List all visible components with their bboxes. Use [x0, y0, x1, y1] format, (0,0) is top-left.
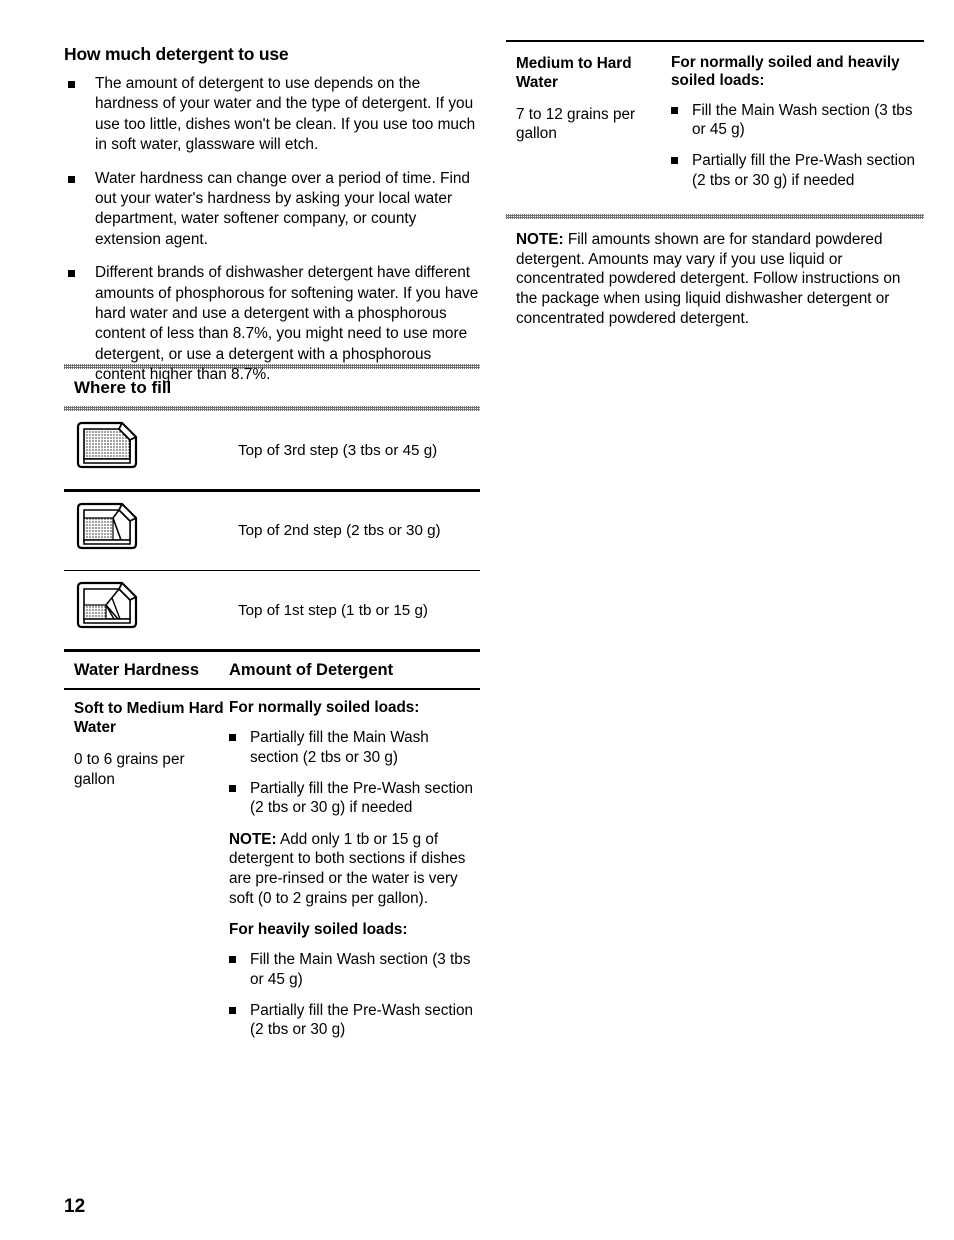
hardness-range: 7 to 12 grains per gallon: [516, 105, 636, 143]
hardness-cell: Medium to Hard Water 7 to 12 grains per …: [516, 54, 671, 203]
table-row: Medium to Hard Water 7 to 12 grains per …: [506, 42, 924, 203]
heavily-soiled-list: Fill the Main Wash section (3 tbs or 45 …: [229, 950, 480, 1040]
square-bullet-icon: [68, 175, 75, 183]
square-bullet-icon: [229, 734, 236, 742]
stipple-divider: [64, 364, 480, 369]
right-column-note: NOTE: Fill amounts shown are for standar…: [506, 230, 924, 328]
square-bullet-icon: [229, 784, 236, 792]
hardness-name: Soft to Medium Hard Water: [74, 700, 224, 737]
detergent-cup-one-third-icon: [76, 581, 138, 629]
note-text: Fill amounts shown are for standard powd…: [516, 231, 901, 327]
left-column: How much detergent to use The amount of …: [64, 44, 480, 386]
list-item: Partially fill the Pre-Wash section (2 t…: [229, 1001, 480, 1040]
list-item: Fill the Main Wash section (3 tbs or 45 …: [671, 101, 924, 140]
soft-row-note: NOTE: Add only 1 tb or 15 g of detergent…: [229, 830, 480, 908]
where-to-fill-section: Where to fill Top of 3rd step (3 tbs or …: [64, 364, 480, 1052]
list-item: Partially fill the Main Wash section (2 …: [229, 728, 480, 767]
hardness-cell: Soft to Medium Hard Water 0 to 6 grains …: [74, 699, 229, 1052]
list-item-text: Fill the Main Wash section (3 tbs or 45 …: [250, 951, 471, 988]
detergent-cup-full-icon: [64, 419, 152, 481]
list-item-text: Water hardness can change over a period …: [95, 169, 470, 248]
note-label: NOTE:: [229, 830, 277, 848]
list-item-text: Fill the Main Wash section (3 tbs or 45 …: [692, 101, 913, 138]
water-hardness-table: Water Hardness Amount of Detergent Soft …: [64, 652, 480, 1052]
normally-soiled-list: Partially fill the Main Wash section (2 …: [229, 728, 480, 818]
detergent-cup-full-icon: [76, 421, 138, 469]
square-bullet-icon: [68, 270, 75, 278]
stipple-divider: [506, 214, 924, 220]
normally-soiled-heading: For normally soiled loads:: [229, 699, 420, 717]
fill-level-row: Top of 1st step (1 tb or 15 g): [64, 571, 480, 649]
square-bullet-icon: [68, 81, 75, 88]
right-column: Medium to Hard Water 7 to 12 grains per …: [506, 40, 924, 341]
list-item: Partially fill the Pre-Wash section (2 t…: [671, 151, 924, 190]
square-bullet-icon: [671, 157, 678, 165]
list-item-text: The amount of detergent to use depends o…: [95, 75, 476, 154]
column-header-amount-of-detergent: Amount of Detergent: [229, 660, 394, 679]
square-bullet-icon: [671, 106, 678, 114]
detergent-cup-one-third-icon: [64, 579, 152, 641]
manual-page: How much detergent to use The amount of …: [0, 0, 954, 1240]
square-bullet-icon: [229, 1006, 236, 1014]
list-item-text: Partially fill the Pre-Wash section (2 t…: [250, 1001, 474, 1039]
heavily-soiled-heading: For heavily soiled loads:: [229, 921, 408, 939]
detergent-info-list: The amount of detergent to use depends o…: [64, 74, 480, 386]
list-item-text: Partially fill the Main Wash section (2 …: [250, 729, 429, 766]
column-header-water-hardness: Water Hardness: [74, 660, 200, 679]
stipple-divider: [64, 406, 480, 411]
list-item: Partially fill the Pre-Wash section (2 t…: [229, 779, 480, 818]
fill-level-row: Top of 2nd step (2 tbs or 30 g): [64, 492, 480, 570]
list-item: Water hardness can change over a period …: [64, 169, 480, 251]
fill-level-label: Top of 1st step (1 tb or 15 g): [238, 601, 428, 619]
table-row: Soft to Medium Hard Water 0 to 6 grains …: [64, 690, 480, 1052]
fill-level-label: Top of 3rd step (3 tbs or 45 g): [238, 441, 438, 459]
list-item-text: Partially fill the Pre-Wash section (2 t…: [250, 779, 474, 817]
list-item: Fill the Main Wash section (3 tbs or 45 …: [229, 950, 480, 989]
soiled-loads-list: Fill the Main Wash section (3 tbs or 45 …: [671, 101, 924, 191]
list-item: The amount of detergent to use depends o…: [64, 74, 480, 156]
fill-level-label: Top of 2nd step (2 tbs or 30 g): [238, 522, 441, 539]
hardness-name: Medium to Hard Water: [516, 54, 632, 91]
table-header-row: Water Hardness Amount of Detergent: [64, 652, 480, 688]
detergent-cup-two-thirds-icon: [64, 500, 152, 562]
square-bullet-icon: [229, 956, 236, 964]
detergent-cup-two-thirds-icon: [76, 502, 138, 549]
page-title: How much detergent to use: [64, 44, 289, 64]
note-label: NOTE:: [516, 231, 564, 249]
page-number: 12: [64, 1196, 86, 1217]
detergent-amount-cell: For normally soiled and heavily soiled l…: [671, 54, 924, 203]
where-to-fill-heading: Where to fill: [74, 378, 172, 397]
soiled-loads-heading: For normally soiled and heavily soiled l…: [671, 53, 900, 89]
detergent-amount-cell: For normally soiled loads: Partially fil…: [229, 699, 480, 1052]
list-item-text: Partially fill the Pre-Wash section (2 t…: [692, 152, 916, 189]
hardness-range: 0 to 6 grains per gallon: [74, 751, 185, 788]
fill-level-row: Top of 3rd step (3 tbs or 45 g): [64, 411, 480, 489]
